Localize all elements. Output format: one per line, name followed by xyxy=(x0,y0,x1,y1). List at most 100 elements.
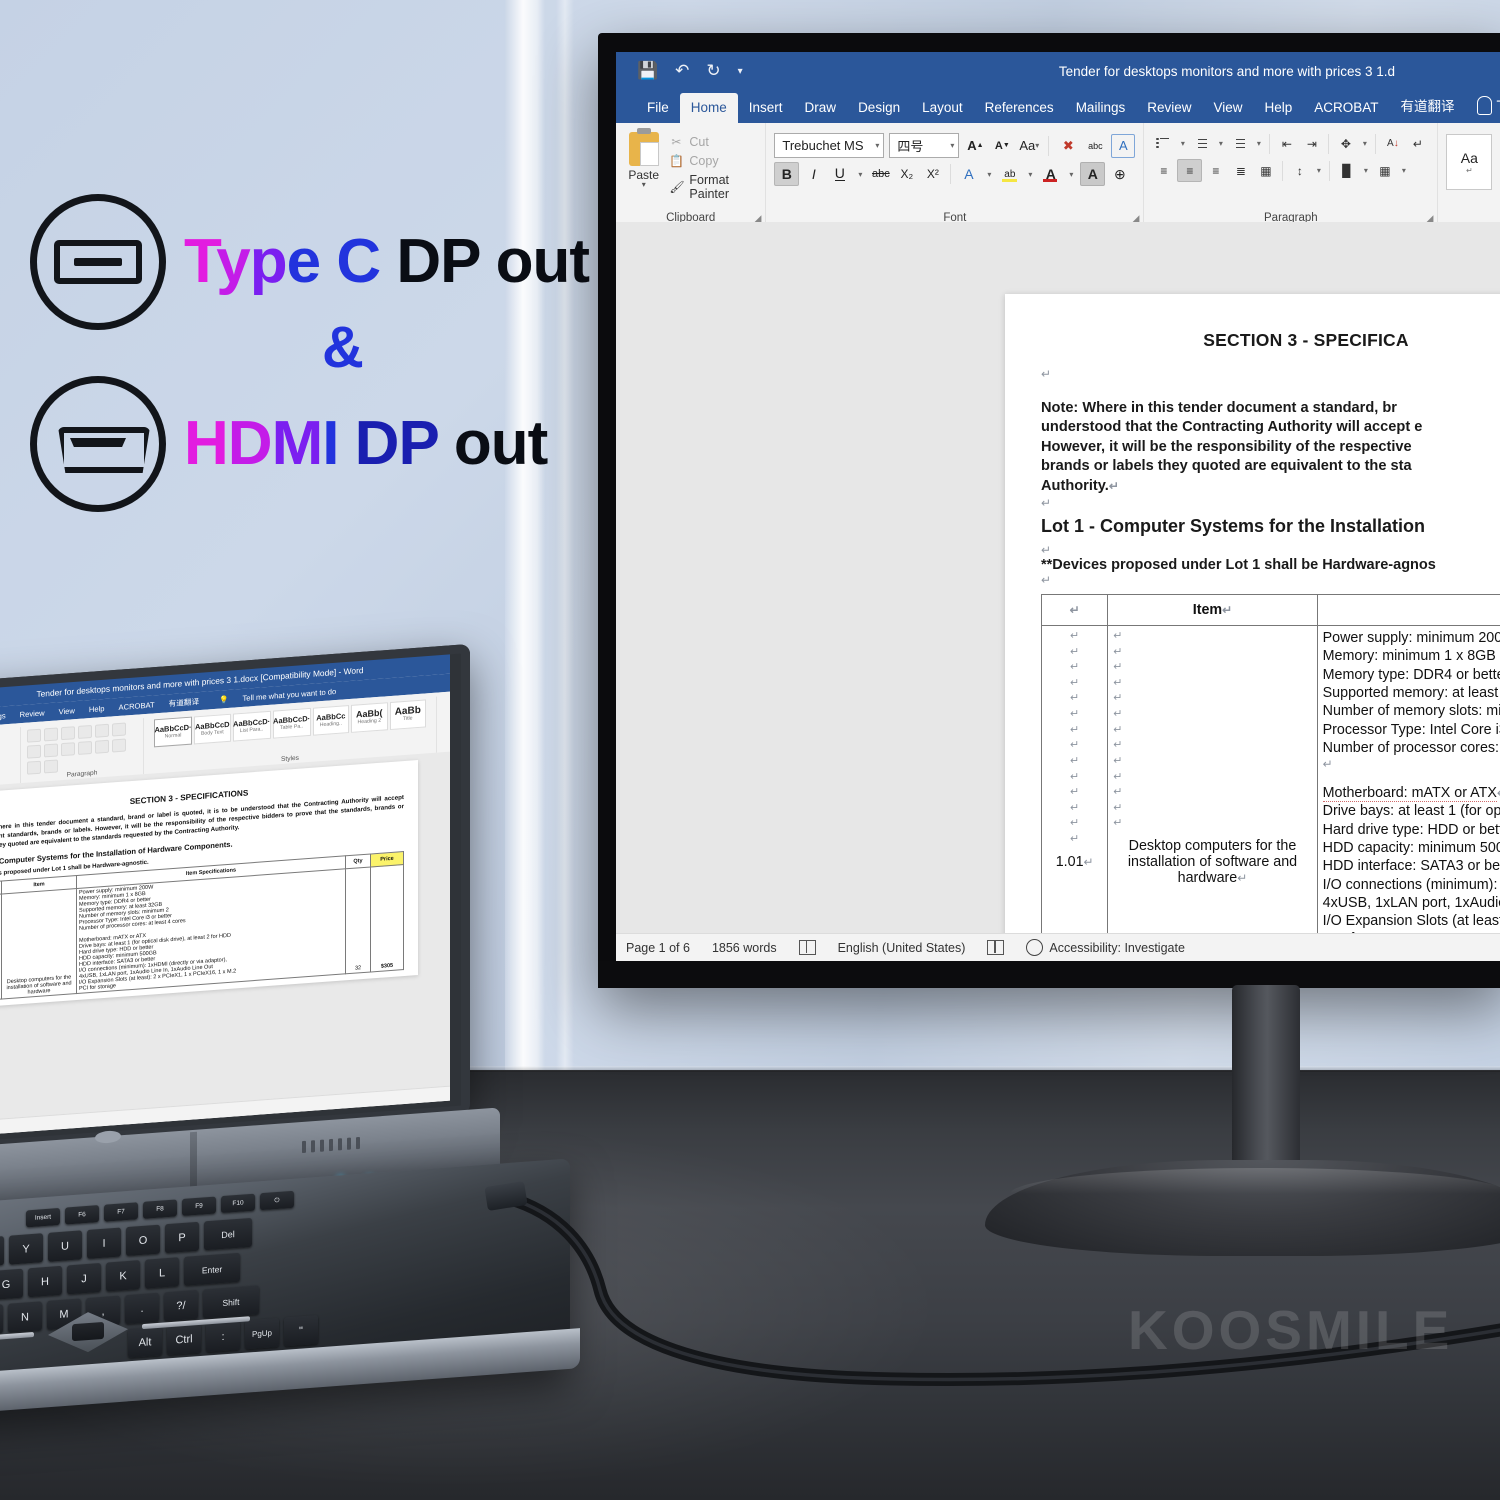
italic-button[interactable]: I xyxy=(802,163,825,185)
ribbon[interactable]: Paste ▾ ✂ Cut 📋 Copy 🖌 Format Painter Cl… xyxy=(616,123,1500,227)
multilevel-list-button[interactable] xyxy=(1228,133,1251,154)
tab-file[interactable]: File xyxy=(636,93,680,123)
bullets-button[interactable] xyxy=(1152,133,1175,154)
tab-acrobat[interactable]: ACROBAT xyxy=(1303,93,1389,123)
cut-button[interactable]: ✂ Cut xyxy=(669,135,757,149)
key-quote[interactable]: " xyxy=(284,1315,318,1347)
document-canvas[interactable]: SECTION 3 - SPECIFICA ↵ Note: Where in t… xyxy=(616,222,1500,934)
key-colon[interactable]: : xyxy=(206,1320,240,1353)
underline-dropdown-icon[interactable]: ▾ xyxy=(854,163,866,185)
borders-button[interactable]: ▦ xyxy=(1373,160,1396,181)
show-formatting-marks-button[interactable]: ↵ xyxy=(1406,133,1429,154)
laptop-style-heading[interactable]: AaBbCc Heading.. xyxy=(312,705,350,736)
paste-button[interactable]: Paste ▾ xyxy=(624,128,663,201)
laptop-document-canvas[interactable]: SECTION 3 - SPECIFICATIONS Note: Where i… xyxy=(0,751,450,1124)
line-spacing-button[interactable]: ↕ xyxy=(1288,160,1311,181)
key-o[interactable]: O xyxy=(126,1224,160,1257)
laptop-style-title[interactable]: AaBb Title xyxy=(389,699,426,731)
sort-button[interactable]: A↓ xyxy=(1381,133,1404,154)
laptop-style-list-para[interactable]: AaBbCcD· List Para.. xyxy=(232,710,271,742)
key-power[interactable]: ⏻ xyxy=(260,1190,294,1211)
font-name-input[interactable]: Trebuchet MS ▾ xyxy=(774,133,885,158)
tab-draw[interactable]: Draw xyxy=(794,93,848,123)
align-left-button[interactable]: ≡ xyxy=(1152,160,1175,181)
line-spacing-dropdown-icon[interactable]: ▾ xyxy=(1313,160,1324,181)
strikethrough-button[interactable]: abc xyxy=(869,163,892,185)
underline-button[interactable]: U xyxy=(828,163,851,185)
tab-design[interactable]: Design xyxy=(847,93,911,123)
laptop-tab-mailings[interactable]: Mailings xyxy=(0,711,6,722)
east-asian-dropdown-icon[interactable]: ▾ xyxy=(1359,133,1370,154)
format-painter-button[interactable]: 🖌 Format Painter xyxy=(669,173,757,201)
key-i[interactable]: I xyxy=(87,1227,121,1259)
key-enter[interactable]: Enter xyxy=(184,1252,240,1286)
laptop-style-normal[interactable]: AaBbCcD· Normal xyxy=(154,716,192,748)
tab-layout[interactable]: Layout xyxy=(911,93,974,123)
key-f10[interactable]: F10 xyxy=(221,1193,255,1214)
text-effects-dropdown-icon[interactable]: ▾ xyxy=(983,163,995,185)
laptop-style-heading2[interactable]: AaBb(Heading 2 xyxy=(351,702,388,733)
laptop-trackpoint-cluster[interactable] xyxy=(0,1306,250,1359)
key-f8[interactable]: F8 xyxy=(143,1199,177,1219)
tab-youdao-translate[interactable]: 有道翻译 xyxy=(1390,88,1466,123)
chevron-down-icon[interactable]: ▾ xyxy=(875,141,879,150)
bullets-dropdown-icon[interactable]: ▾ xyxy=(1177,133,1188,154)
shading-dropdown-icon[interactable]: ▾ xyxy=(1360,160,1371,181)
tab-help[interactable]: Help xyxy=(1254,93,1304,123)
style-preview-normal[interactable]: Aa ↵ xyxy=(1446,134,1493,190)
key-pgup[interactable]: PgUp xyxy=(245,1317,279,1350)
tab-insert[interactable]: Insert xyxy=(738,93,794,123)
laptop-style-table-para[interactable]: AaBbCcD· Table Pa.. xyxy=(272,707,311,739)
character-border-icon[interactable]: A xyxy=(1111,133,1136,158)
font-size-input[interactable]: 四号 ▾ xyxy=(889,133,960,158)
tab-references[interactable]: References xyxy=(974,93,1065,123)
laptop-document-page[interactable]: SECTION 3 - SPECIFICATIONS Note: Where i… xyxy=(0,759,418,1010)
bold-button[interactable]: B xyxy=(774,162,800,186)
shading-button[interactable]: ▉ xyxy=(1335,160,1358,181)
change-case-button[interactable]: Aa ▾ xyxy=(1018,135,1040,157)
key-t[interactable]: T xyxy=(0,1236,4,1268)
word-status-bar[interactable]: Page 1 of 6 1856 words English (United S… xyxy=(616,933,1500,961)
tell-me-search[interactable]: Te xyxy=(1466,89,1500,123)
key-f7[interactable]: F7 xyxy=(104,1202,138,1222)
laptop-tab-view[interactable]: View xyxy=(59,706,75,716)
copy-button[interactable]: 📋 Copy xyxy=(669,154,757,168)
laptop-tab-review[interactable]: Review xyxy=(20,708,45,719)
chevron-down-icon[interactable]: ▾ xyxy=(950,141,954,150)
borders-dropdown-icon[interactable]: ▾ xyxy=(1398,160,1409,181)
key-slash[interactable]: ?/ xyxy=(164,1289,198,1322)
numbering-button[interactable] xyxy=(1190,133,1213,154)
key-k[interactable]: K xyxy=(106,1260,140,1292)
superscript-button[interactable]: X² xyxy=(921,163,944,185)
tab-mailings[interactable]: Mailings xyxy=(1065,93,1137,123)
tab-review[interactable]: Review xyxy=(1136,93,1202,123)
key-insert-prtscn[interactable]: Insert xyxy=(26,1207,60,1228)
page-indicator[interactable]: Page 1 of 6 xyxy=(626,941,690,955)
accessibility-status[interactable]: Accessibility: Investigate xyxy=(1026,939,1185,956)
justify-button[interactable]: ≣ xyxy=(1229,160,1252,181)
key-u[interactable]: U xyxy=(48,1230,82,1262)
macro-record-icon[interactable] xyxy=(987,940,1005,955)
key-g[interactable]: G xyxy=(0,1268,23,1301)
align-center-button[interactable]: ≡ xyxy=(1177,159,1203,182)
spelling-check-icon[interactable] xyxy=(798,940,816,955)
chevron-down-icon[interactable]: ▾ xyxy=(642,181,646,189)
language-indicator[interactable]: English (United States) xyxy=(838,941,966,955)
trackpoint-button[interactable] xyxy=(72,1321,104,1342)
increase-indent-button[interactable]: ⇥ xyxy=(1300,133,1323,154)
key-f6[interactable]: F6 xyxy=(65,1205,99,1225)
key-ctrl[interactable]: Ctrl xyxy=(167,1323,201,1356)
key-y[interactable]: Y xyxy=(9,1233,43,1265)
text-effects-button[interactable]: A xyxy=(957,163,980,185)
decrease-indent-button[interactable]: ⇤ xyxy=(1275,133,1298,154)
laptop-tab-youdao[interactable]: 有道翻译 xyxy=(169,696,199,709)
tab-view[interactable]: View xyxy=(1202,93,1253,123)
subscript-button[interactable]: X₂ xyxy=(895,163,918,185)
font-color-button[interactable]: A xyxy=(1039,163,1062,185)
key-shift[interactable]: Shift xyxy=(203,1285,259,1319)
key-h[interactable]: H xyxy=(28,1265,62,1298)
laptop-tab-help[interactable]: Help xyxy=(89,704,105,714)
word-count[interactable]: 1856 words xyxy=(712,941,777,955)
laptop-style-body-text[interactable]: AaBbCcD Body Text xyxy=(194,713,231,745)
clear-formatting-icon[interactable]: ✖ xyxy=(1057,135,1079,157)
